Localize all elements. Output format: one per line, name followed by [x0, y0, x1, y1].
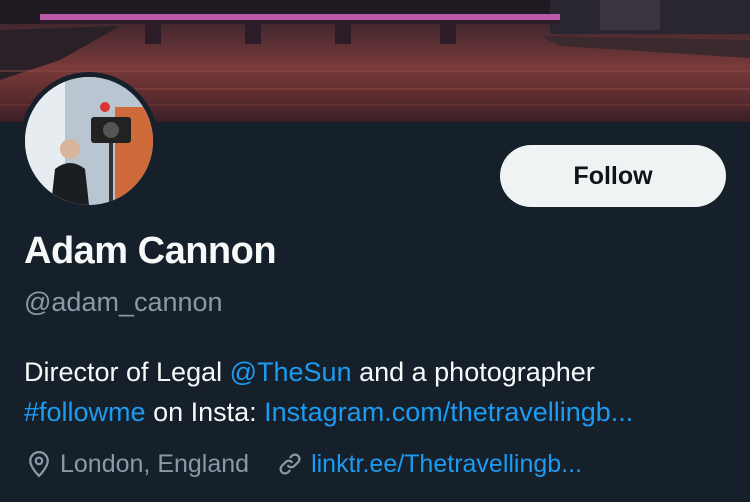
- avatar-photo: [25, 77, 153, 205]
- profile-handle: @adam_cannon: [24, 287, 223, 317]
- bio-text: and a photographer: [351, 357, 595, 387]
- location-pin-icon: [24, 449, 54, 479]
- website-link[interactable]: linktr.ee/Thetravellingb...: [311, 450, 582, 479]
- mention-link[interactable]: @TheSun: [230, 357, 352, 387]
- profile-meta: London, England linktr.ee/Thetravellingb…: [24, 446, 608, 482]
- hashtag-link[interactable]: #followme: [24, 397, 146, 427]
- follow-button[interactable]: Follow: [500, 145, 726, 207]
- avatar[interactable]: [25, 77, 153, 205]
- location-item: London, England: [24, 449, 249, 479]
- website-item[interactable]: linktr.ee/Thetravellingb...: [275, 449, 582, 479]
- location-text: London, England: [60, 449, 250, 478]
- instagram-link[interactable]: Instagram.com/thetravellingb...: [264, 397, 633, 427]
- link-icon: [275, 449, 305, 479]
- profile-name: Adam Cannon: [24, 230, 277, 272]
- avatar-border: [20, 72, 158, 210]
- bio-text: Director of Legal: [24, 357, 230, 387]
- profile-bio: Director of Legal @TheSun and a photogra…: [24, 352, 734, 432]
- bio-text: on Insta:: [145, 397, 265, 427]
